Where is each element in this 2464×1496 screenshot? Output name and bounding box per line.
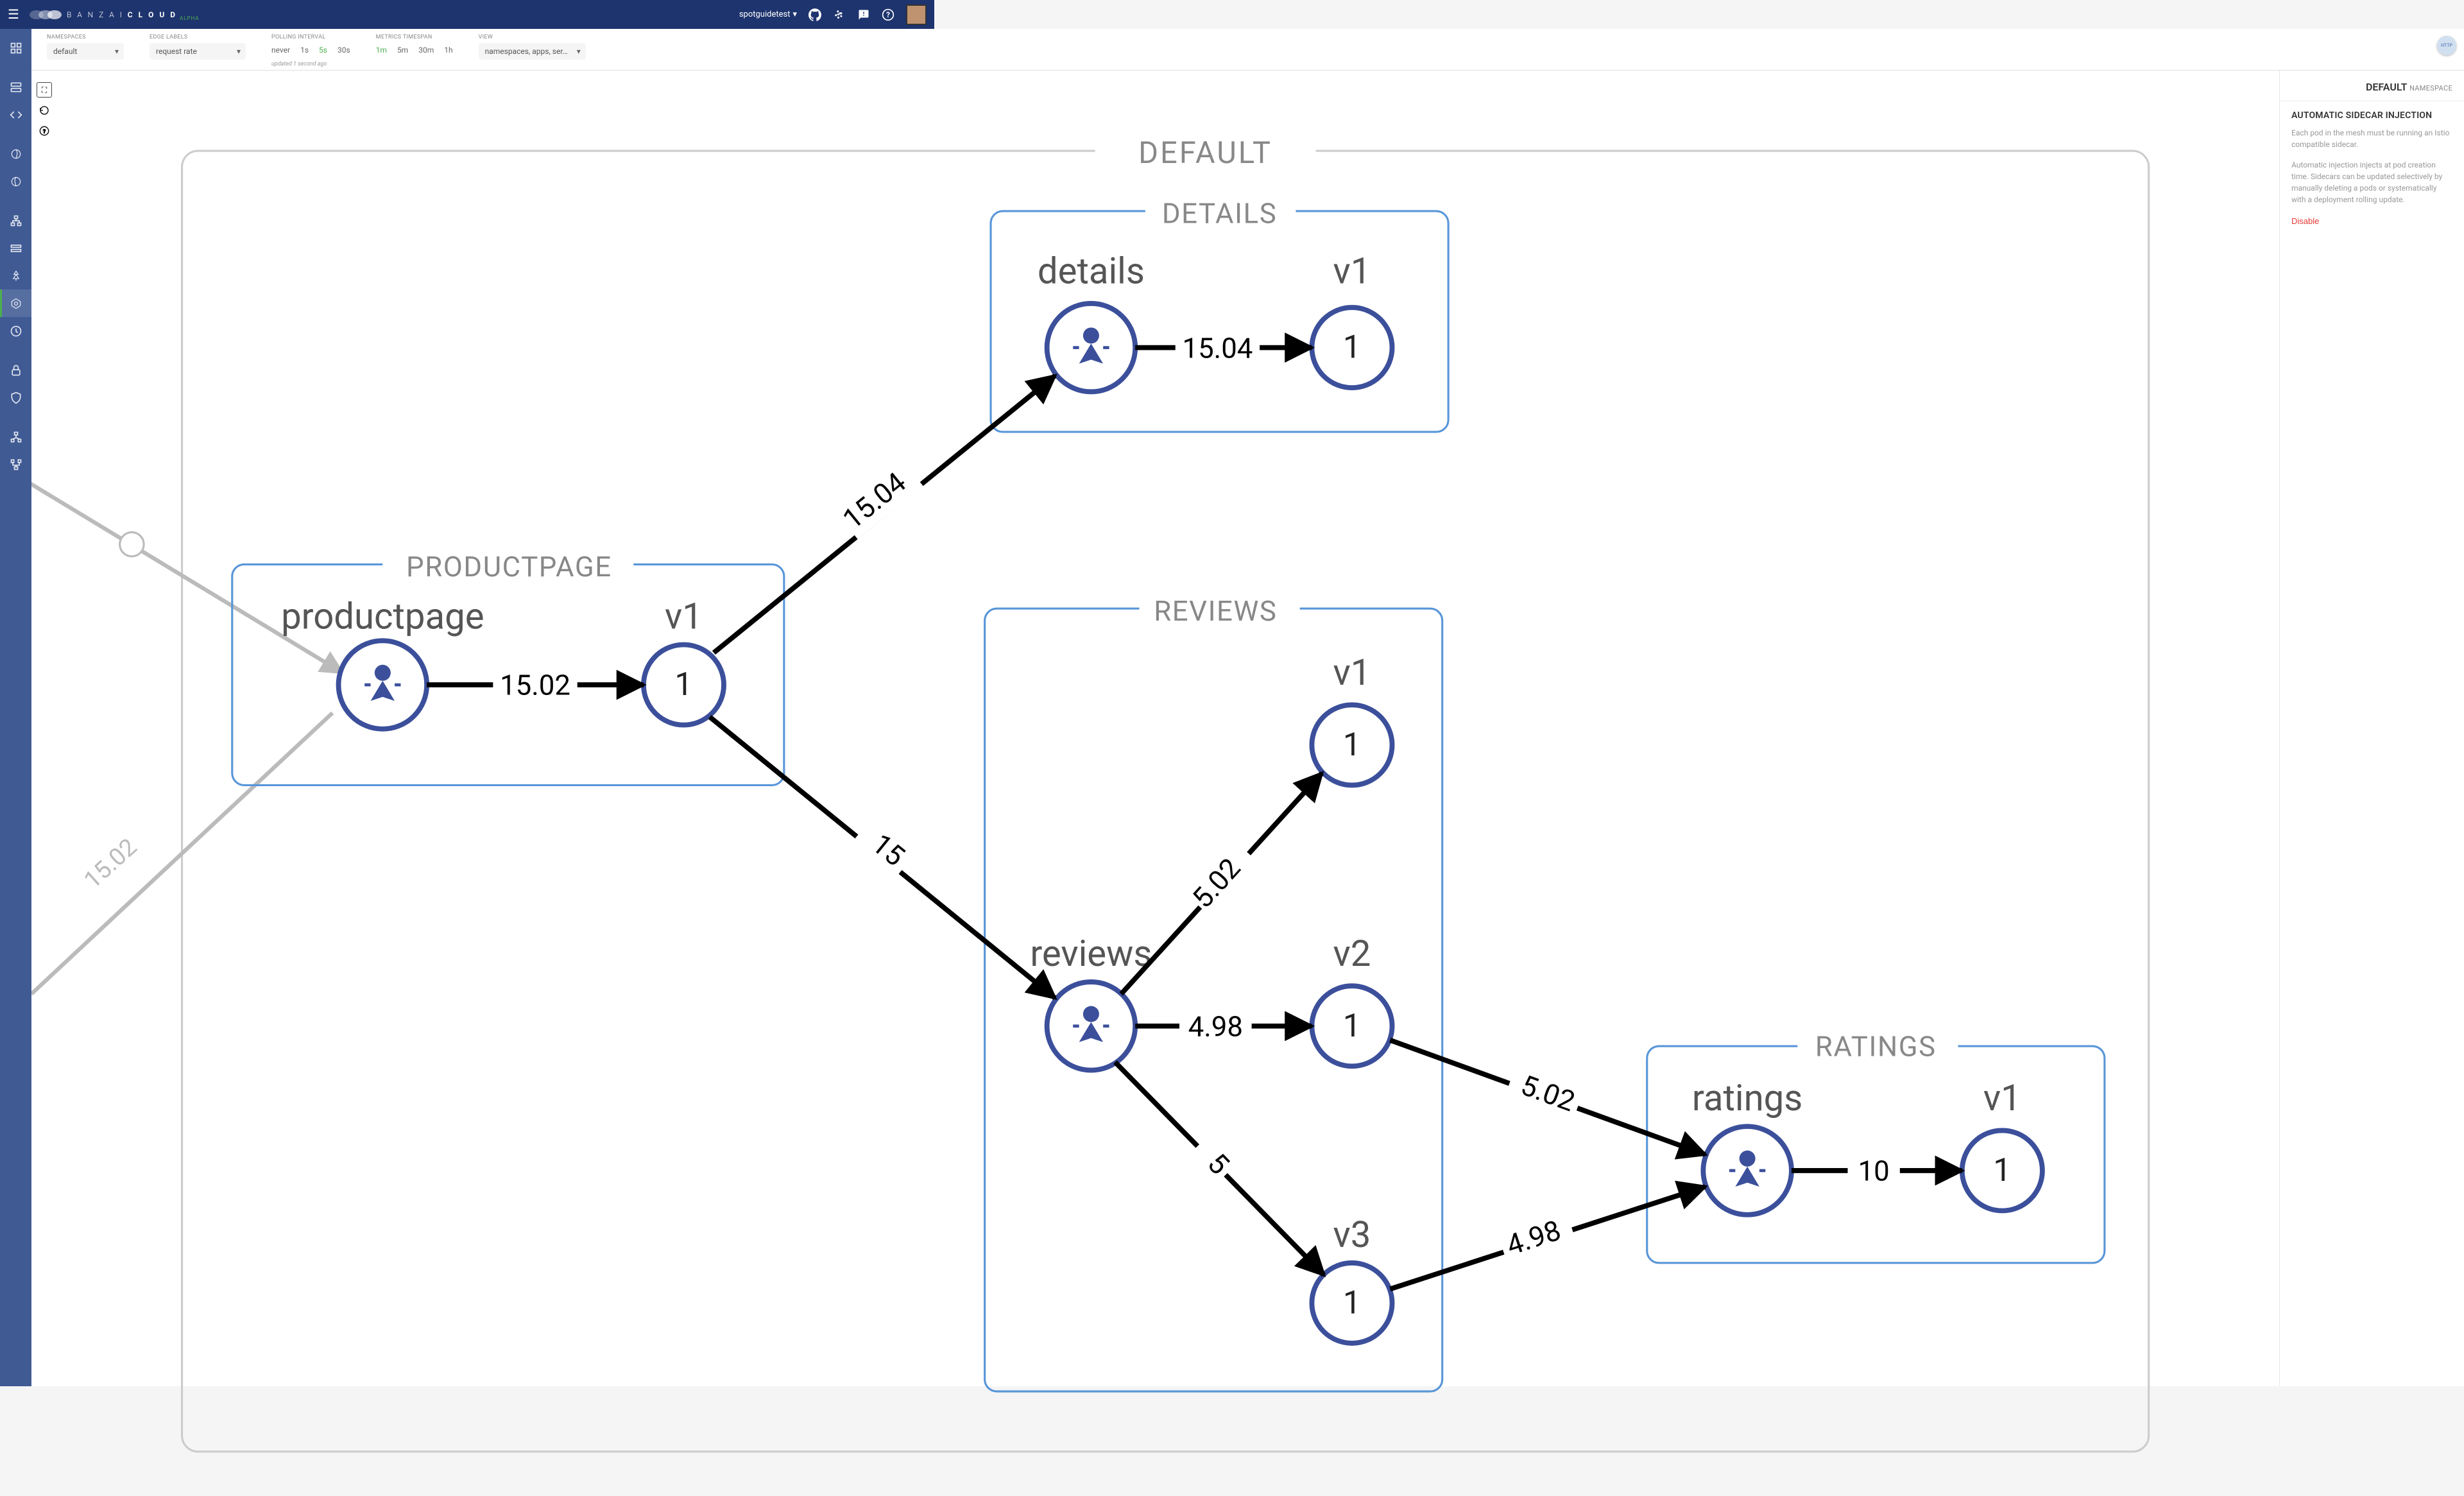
sidecar-p2: Automatic injection injects at pod creat… [2291,159,2452,205]
details-title: DETAILS [1162,197,1277,230]
details-v1-count: 1 [1343,329,1361,366]
reviews-v3-count: 1 [1343,1284,1361,1321]
namespace-select[interactable]: default [47,43,124,60]
ratings-v1-label: v1 [1983,1077,2021,1119]
sidebar-topo2[interactable] [0,451,31,478]
ratings-title: RATINGS [1815,1030,1937,1063]
details-name: details [1038,250,1145,293]
cluster-selector[interactable]: spotguidetest ▾ [739,10,797,19]
help-icon[interactable]: ? [882,8,894,21]
cluster-name: spotguidetest [739,10,791,19]
sidebar-history[interactable] [0,317,31,345]
disable-button[interactable]: Disable [2291,216,2319,226]
panel-title-main: DEFAULT [2366,81,2407,93]
edge-pp-v1: 15.02 [500,669,570,702]
view-value: namespaces, apps, ser… [485,47,568,56]
edge-labels-value: request rate [156,47,197,56]
productpage-v1-label: v1 [665,595,703,637]
user-avatar[interactable] [906,4,927,25]
sidebar-leaf2[interactable] [0,168,31,195]
panel-title-sub: NAMESPACE [2409,84,2452,92]
namespace-title: DEFAULT [1138,135,1272,171]
view-label: VIEW [479,34,586,40]
sidebar-tree[interactable] [0,262,31,289]
edge-labels-label: EDGE LABELS [150,34,246,40]
edge-details-v1: 15.04 [1182,331,1253,365]
view-select[interactable]: namespaces, apps, ser… [479,43,586,60]
timespan-1m[interactable]: 1m [376,46,387,55]
polling-never[interactable]: never [271,46,290,55]
edge-reviews-v2: 4.98 [1188,1010,1243,1043]
sidebar-code[interactable] [0,101,31,128]
ratings-v1-count: 1 [1993,1152,2011,1189]
top-navbar: ☰ B A N Z A I C L O U D ALPHA spotguidet… [0,0,934,29]
productpage-title: PRODUCTPAGE [406,550,612,583]
sidebar-leaf1[interactable] [0,140,31,168]
edge-ratings-v1: 10 [1858,1155,1890,1188]
chevron-down-icon: ▾ [792,10,797,19]
panel-title: DEFAULT NAMESPACE [2291,81,2452,93]
feedback-icon[interactable] [857,8,870,21]
ratings-name: ratings [1692,1077,1802,1119]
details-panel: DEFAULT NAMESPACE AUTOMATIC SIDECAR INJE… [2279,71,2464,1386]
slack-icon[interactable] [833,8,846,21]
namespace-value: default [53,47,77,56]
logo-clouds-icon [30,10,62,19]
sidebar-shield[interactable] [0,384,31,411]
sidebar-nodes[interactable] [0,207,31,234]
sidebar-lock[interactable] [0,356,31,384]
productpage-name: productpage [281,595,484,637]
timespan-pills: 1m 5m 30m 1h [376,43,453,57]
graph-canvas-container: ⛶ ? DEFAULT 15.02 PRODUCTPAGE productpag… [31,71,2279,1386]
sidebar-server[interactable] [0,73,31,101]
reviews-v1-label: v1 [1333,651,1371,694]
polling-label: POLLING INTERVAL [271,34,350,40]
updated-text: updated 1 second ago [271,61,350,67]
sidecar-heading: AUTOMATIC SIDECAR INJECTION [2291,110,2452,121]
menu-toggle-button[interactable]: ☰ [8,6,19,22]
edge-v3-ratings: 4.98 [1502,1214,1564,1262]
timespan-label: METRICS TIMESPAN [376,34,453,40]
brand-logo[interactable]: B A N Z A I C L O U D ALPHA [30,8,200,21]
polling-1s[interactable]: 1s [300,46,309,55]
productpage-v1-count: 1 [674,666,692,703]
sidecar-p1: Each pod in the mesh must be running an … [2291,127,2452,150]
polling-5s[interactable]: 5s [319,46,327,55]
http-badge[interactable]: HTTP [2437,36,2456,55]
reviews-v2-label: v2 [1333,933,1371,975]
timespan-1h[interactable]: 1h [444,46,452,55]
polling-30s[interactable]: 30s [338,46,350,55]
left-sidebar [0,29,31,1386]
reviews-v1-count: 1 [1343,727,1361,764]
polling-pills: never 1s 5s 30s [271,43,350,57]
reviews-v2-count: 1 [1343,1008,1361,1045]
timespan-5m[interactable]: 5m [397,46,408,55]
namespaces-label: NAMESPACES [47,34,124,40]
brand-text-left: B A N Z A I [67,10,124,19]
sidebar-topo1[interactable] [0,423,31,451]
reviews-name: reviews [1030,933,1152,975]
timespan-30m[interactable]: 30m [418,46,434,55]
graph-toolbar: NAMESPACES default EDGE LABELS request r… [31,29,2464,71]
reviews-v3-label: v3 [1333,1214,1371,1256]
sidebar-dashboard[interactable] [0,34,31,62]
edge-v2-ratings: 5.02 [1516,1068,1579,1118]
edge-labels-select[interactable]: request rate [150,43,246,60]
edge-ext-pp: 15.02 [79,833,142,895]
details-v1-label: v1 [1333,250,1371,293]
svg-text:?: ? [886,10,890,19]
github-icon[interactable] [809,8,821,21]
alpha-badge: ALPHA [180,15,200,21]
sidebar-mesh[interactable] [0,289,31,317]
sidebar-storage[interactable] [0,234,31,262]
brand-text-right: C L O U D [128,10,177,19]
service-graph[interactable]: DEFAULT 15.02 PRODUCTPAGE productpage v1… [31,71,2279,1496]
reviews-title: REVIEWS [1154,594,1277,628]
